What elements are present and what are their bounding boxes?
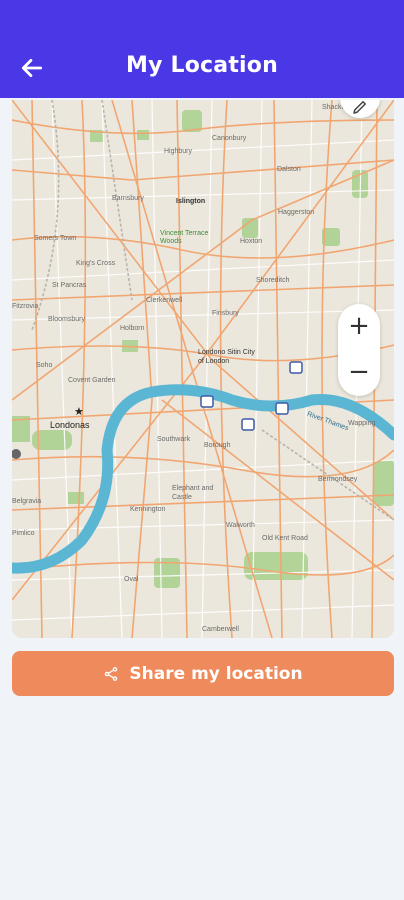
map-label: Oval bbox=[124, 576, 139, 583]
app-bar: My Location bbox=[0, 0, 404, 98]
map-label: Elephant and Castle bbox=[172, 485, 214, 501]
map-label: Dalston bbox=[277, 166, 301, 173]
map-label: Londono Sitin City of London bbox=[198, 349, 255, 365]
map-label: Holborn bbox=[120, 325, 145, 332]
star-icon: ★ bbox=[74, 405, 84, 418]
map-label: Bermondsey bbox=[318, 476, 358, 483]
plus-icon: + bbox=[348, 311, 370, 341]
map-label: Canonbury bbox=[212, 135, 247, 142]
zoom-in-button[interactable]: + bbox=[338, 306, 380, 346]
map-label: Pimlico bbox=[12, 530, 35, 537]
zoom-control: + − bbox=[338, 304, 380, 396]
zoom-out-button[interactable]: − bbox=[338, 352, 380, 392]
share-location-label: Share my location bbox=[129, 663, 303, 684]
share-icon bbox=[103, 666, 119, 682]
map-label: Belgravia bbox=[12, 498, 42, 505]
map-label: Old Kent Road bbox=[262, 535, 308, 542]
map-label: Vincent Terrace Woods bbox=[160, 230, 209, 245]
map-label: Somers Town bbox=[34, 235, 77, 242]
share-location-button[interactable]: Share my location bbox=[12, 651, 394, 696]
page-title: My Location bbox=[126, 53, 278, 78]
map-label: Hoxton bbox=[240, 238, 263, 245]
map-label: St Pancras bbox=[52, 282, 87, 289]
pencil-icon bbox=[353, 101, 366, 114]
map-label: Covent Garden bbox=[68, 377, 116, 384]
map-label: Shoreditch bbox=[256, 277, 290, 284]
map-label: Walworth bbox=[226, 522, 255, 529]
map-label: Highbury bbox=[164, 148, 193, 155]
map-label: Haggerston bbox=[278, 209, 315, 216]
minus-icon: − bbox=[348, 357, 370, 387]
map-label: King's Cross bbox=[76, 260, 116, 267]
map-label: Southwark bbox=[157, 436, 191, 443]
map-label: Clerkenwell bbox=[146, 297, 183, 304]
map-label: Soho bbox=[36, 362, 53, 369]
map-label: Barnsbury bbox=[112, 195, 144, 202]
map-label: Islington bbox=[176, 198, 206, 205]
map-tiles: ★ bbox=[12, 100, 394, 638]
map-label: Camberwell bbox=[202, 626, 239, 633]
map-label: Borough bbox=[204, 442, 231, 449]
map-label: Kennington bbox=[130, 506, 166, 513]
map-label: Wapping bbox=[348, 420, 376, 427]
map-view[interactable]: ★ Shacklewell Highbury Canonbury Dalston… bbox=[12, 100, 394, 638]
map-label: Bloomsbury bbox=[48, 316, 85, 323]
map-label: Finsbury bbox=[212, 310, 239, 317]
map-label: Fitzrovia bbox=[12, 303, 39, 310]
map-label: Londonas bbox=[50, 420, 90, 430]
